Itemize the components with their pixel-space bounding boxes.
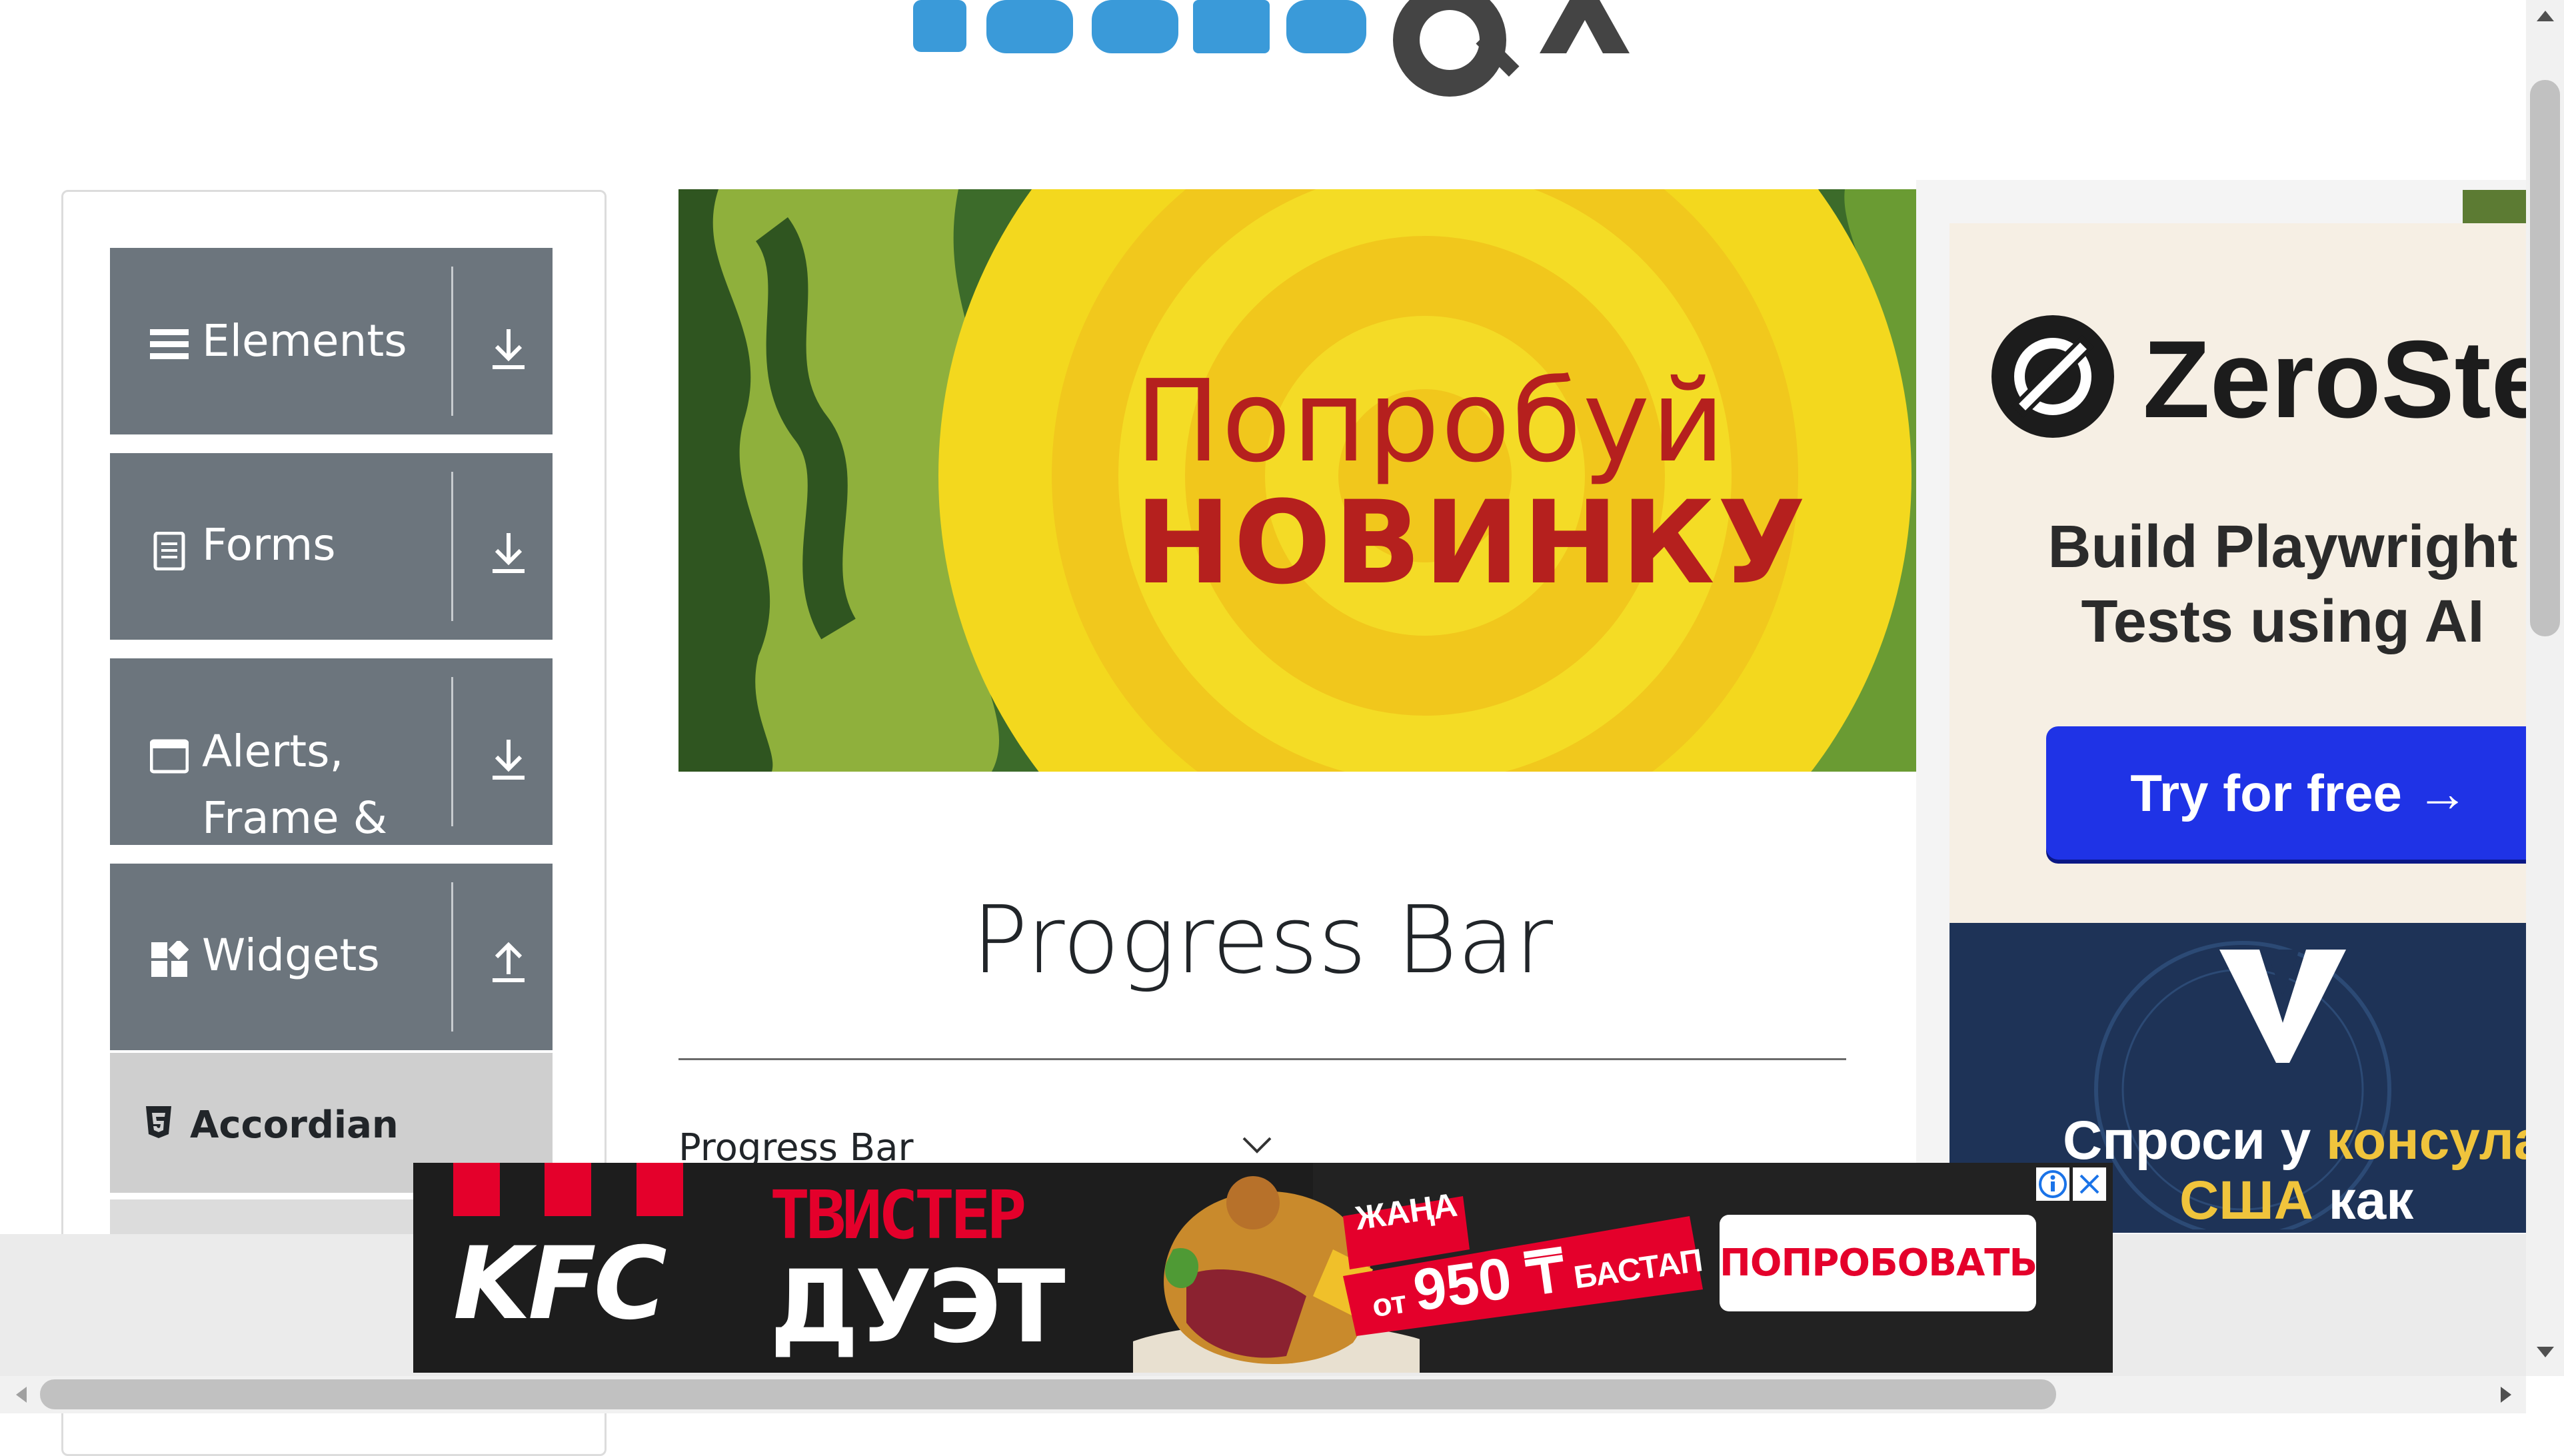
text-white: Спроси у (2063, 1110, 2327, 1171)
kfc-headline-2: ДУЭТ (770, 1249, 1066, 1365)
sidebar-group-label: Forms (202, 519, 336, 570)
kfc-ad[interactable]: KFC ТВИСТЕР ДУЭТ ЖАҢА от 950 ₸ БАСТАП ПО… (413, 1163, 2113, 1373)
text-highlight: консула (2326, 1110, 2526, 1171)
text-white: как (2328, 1170, 2414, 1231)
download-icon[interactable] (490, 327, 527, 373)
sidebar-group-label: Elements (202, 315, 407, 366)
divider (451, 677, 453, 826)
chevron-down-icon[interactable] (1241, 1133, 1273, 1157)
vertical-scrollbar-thumb[interactable] (2530, 80, 2560, 636)
text-highlight: США (2179, 1170, 2329, 1231)
widgets-icon (151, 941, 189, 977)
try-for-free-button[interactable]: Try for free → (2046, 726, 2526, 860)
window-icon (150, 739, 189, 774)
kfc-stripes-icon (453, 1163, 683, 1216)
scroll-down-icon[interactable] (2533, 1343, 2558, 1361)
download-icon[interactable] (490, 530, 527, 577)
banner-headline: Попробуй (1135, 356, 1726, 488)
zerostep-brand: ZeroSte (2143, 318, 2526, 440)
sidebar-group-elements[interactable]: Elements (110, 248, 553, 434)
visa-ad-line-2: США как (2179, 1169, 2413, 1232)
visa-ad-line-1: Спроси у консула (2063, 1109, 2526, 1172)
divider (451, 882, 453, 1032)
zerostep-logo-icon (1991, 315, 2114, 438)
ad-edge (2463, 190, 2526, 223)
scroll-left-icon[interactable] (12, 1384, 31, 1405)
title-divider (678, 1058, 1846, 1060)
sidebar-item-label: Accordian (190, 1103, 399, 1147)
kfc-headline-1: ТВИСТЕР (770, 1176, 1026, 1254)
scroll-up-icon[interactable] (2533, 7, 2558, 25)
zerostep-ad[interactable]: ZeroSte Build Playwright Tests using AI … (1949, 223, 2526, 923)
scroll-right-icon[interactable] (2497, 1384, 2515, 1405)
headline-line: Build Playwright (2047, 514, 2518, 580)
banner-subheadline: НОВИНКУ (1135, 476, 1809, 610)
divider (451, 472, 453, 621)
sidebar-group-alerts-frame-windows[interactable]: Alerts, Frame & Windows (110, 658, 553, 910)
kfc-try-button[interactable]: ПОПРОБОВАТЬ (1720, 1215, 2037, 1311)
page-title: Progress Bar (971, 886, 1554, 995)
kfc-logo: KFC (453, 1226, 667, 1342)
label-line: Frame & (202, 792, 388, 844)
horizontal-scrollbar-thumb[interactable] (40, 1379, 2056, 1409)
upload-icon[interactable] (490, 940, 527, 986)
hamburger-icon (150, 329, 189, 359)
ad-info-icon[interactable] (2036, 1167, 2069, 1201)
headline-line: Tests using AI (2081, 588, 2485, 655)
divider (451, 267, 453, 416)
zerostep-headline: Build Playwright Tests using AI (1949, 510, 2526, 659)
sidebar-group-forms[interactable]: Forms (110, 453, 553, 640)
download-icon[interactable] (490, 737, 527, 784)
price-prefix: от (1370, 1283, 1418, 1325)
toolsqa-logo[interactable] (913, 0, 1653, 113)
visa-support-logo (2219, 950, 2346, 1063)
sidebar-group-label: Widgets (202, 930, 380, 981)
banner-ad[interactable]: Попробуй НОВИНКУ (678, 189, 1916, 772)
label-line: Alerts, (202, 726, 344, 777)
sidebar-group-widgets[interactable]: Widgets (110, 864, 553, 1050)
ad-close-icon[interactable] (2073, 1167, 2106, 1201)
html5-icon (146, 1106, 171, 1138)
document-icon (153, 532, 185, 570)
